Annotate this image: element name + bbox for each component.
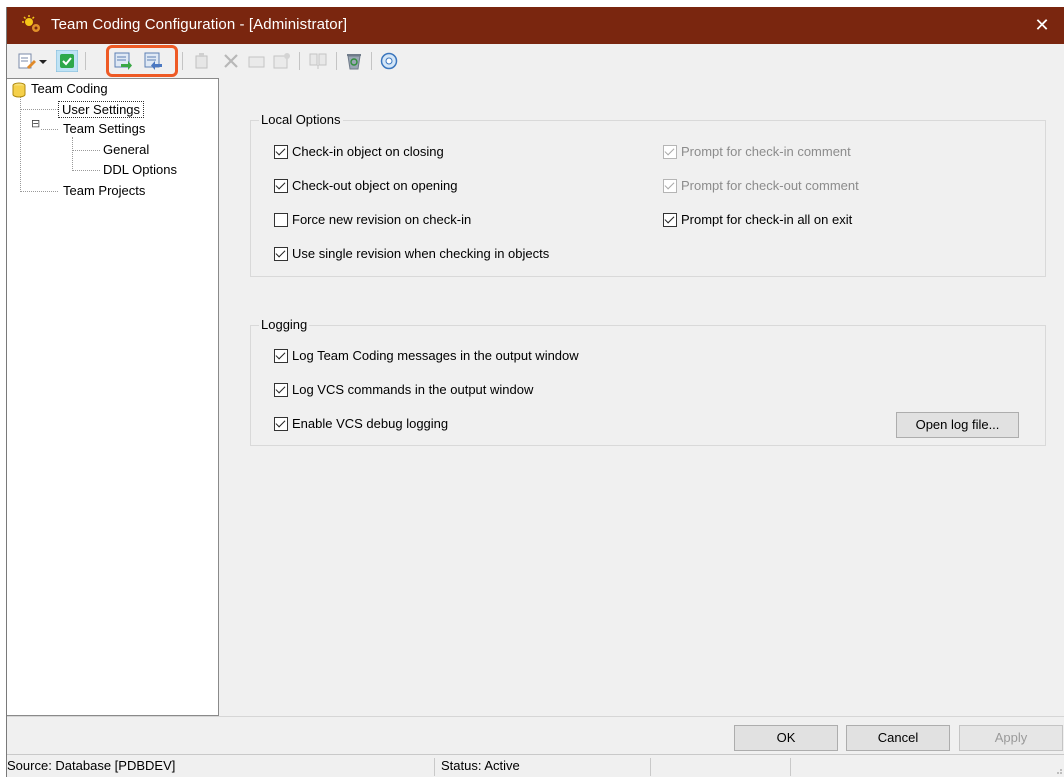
checkbox-box[interactable] bbox=[663, 144, 677, 159]
checkbox-label: Force new revision on check-in bbox=[292, 212, 472, 227]
collapse-icon[interactable]: ⊟ bbox=[31, 117, 41, 131]
logging-title: Logging bbox=[259, 317, 310, 332]
local-options-group: Local Options Check-in object on closing… bbox=[250, 112, 1046, 277]
logging-group: Logging Log Team Coding messages in the … bbox=[250, 317, 1046, 446]
checkout-on-opening-checkbox[interactable]: Check-out object on opening bbox=[274, 178, 458, 193]
checkbox-box[interactable] bbox=[274, 416, 288, 431]
add-icon[interactable] bbox=[192, 51, 212, 71]
checkbox-label: Log VCS commands in the output window bbox=[292, 382, 534, 397]
checkbox-box[interactable] bbox=[274, 212, 288, 227]
force-new-revision-checkbox[interactable]: Force new revision on check-in bbox=[274, 212, 471, 227]
checkbox-label: Prompt for check-in comment bbox=[681, 144, 851, 159]
dialog-button-bar: OK Cancel Apply bbox=[7, 716, 1064, 754]
status-bar: Source: Database [PDBDEV] Status: Active bbox=[7, 754, 1064, 777]
tree-item-team-settings[interactable]: Team Settings bbox=[63, 121, 145, 136]
close-icon[interactable]: ✕ bbox=[1019, 7, 1064, 44]
tree-item-user-settings[interactable]: User Settings bbox=[58, 101, 145, 118]
settings-tree: Team Coding User Settings ⊟ Team Setting… bbox=[7, 78, 219, 716]
folder-icon[interactable] bbox=[247, 51, 267, 71]
title-bar[interactable]: Team Coding Configuration - [Administrat… bbox=[7, 7, 1064, 44]
checkbox-label: Prompt for check-out comment bbox=[681, 178, 859, 193]
toolbar bbox=[7, 44, 1064, 78]
tree-item-general[interactable]: General bbox=[103, 142, 149, 157]
resize-grip-icon[interactable] bbox=[1053, 765, 1063, 775]
check-in-icon[interactable] bbox=[113, 51, 133, 71]
green-check-icon[interactable] bbox=[56, 50, 78, 72]
tree-item-team-projects[interactable]: Team Projects bbox=[63, 183, 145, 198]
status-state: Status: Active bbox=[441, 758, 520, 773]
database-icon bbox=[12, 82, 26, 98]
local-options-title: Local Options bbox=[259, 112, 343, 127]
checkbox-label: Enable VCS debug logging bbox=[292, 416, 449, 431]
checkbox-label: Prompt for check-in all on exit bbox=[681, 212, 853, 227]
single-revision-checkbox[interactable]: Use single revision when checking in obj… bbox=[274, 246, 549, 261]
apply-button[interactable]: Apply bbox=[959, 725, 1063, 751]
prompt-checkout-comment-checkbox[interactable]: Prompt for check-out comment bbox=[663, 178, 859, 193]
checkbox-box[interactable] bbox=[274, 348, 288, 363]
help-icon[interactable] bbox=[379, 51, 399, 71]
status-source: Source: Database [PDBDEV] bbox=[7, 758, 176, 773]
prompt-checkin-comment-checkbox[interactable]: Prompt for check-in comment bbox=[663, 144, 851, 159]
compare-icon[interactable] bbox=[308, 51, 328, 71]
enable-vcs-debug-checkbox[interactable]: Enable VCS debug logging bbox=[274, 416, 448, 431]
prompt-checkin-all-exit-checkbox[interactable]: Prompt for check-in all on exit bbox=[663, 212, 852, 227]
recycle-icon[interactable] bbox=[344, 51, 364, 71]
team-coding-app-icon bbox=[22, 15, 40, 32]
checkin-on-closing-checkbox[interactable]: Check-in object on closing bbox=[274, 144, 444, 159]
log-vcs-commands-checkbox[interactable]: Log VCS commands in the output window bbox=[274, 382, 533, 397]
checkbox-box[interactable] bbox=[274, 144, 288, 159]
window-title: Team Coding Configuration - [Administrat… bbox=[51, 16, 348, 33]
ok-button[interactable]: OK bbox=[734, 725, 838, 751]
tree-item-team-coding[interactable]: Team Coding bbox=[31, 81, 108, 96]
checkbox-box[interactable] bbox=[663, 178, 677, 193]
checkbox-label: Log Team Coding messages in the output w… bbox=[292, 348, 579, 363]
tree-item-ddl-options[interactable]: DDL Options bbox=[103, 162, 177, 177]
checkbox-label: Use single revision when checking in obj… bbox=[292, 246, 550, 261]
checkbox-label: Check-in object on closing bbox=[292, 144, 444, 159]
dialog-window: Team Coding Configuration - [Administrat… bbox=[6, 7, 1064, 777]
delete-icon[interactable] bbox=[221, 51, 241, 71]
checkbox-label: Check-out object on opening bbox=[292, 178, 458, 193]
checkbox-box[interactable] bbox=[274, 382, 288, 397]
checkbox-box[interactable] bbox=[274, 246, 288, 261]
dropdown-arrow-icon[interactable] bbox=[38, 51, 48, 71]
properties-icon[interactable] bbox=[272, 51, 292, 71]
log-team-coding-checkbox[interactable]: Log Team Coding messages in the output w… bbox=[274, 348, 579, 363]
checkbox-box[interactable] bbox=[663, 212, 677, 227]
open-log-file-button[interactable]: Open log file... bbox=[896, 412, 1019, 438]
edit-dropdown-icon[interactable] bbox=[17, 51, 37, 71]
settings-content: Local Options Check-in object on closing… bbox=[219, 78, 1064, 716]
check-out-icon[interactable] bbox=[143, 51, 163, 71]
cancel-button[interactable]: Cancel bbox=[846, 725, 950, 751]
checkbox-box[interactable] bbox=[274, 178, 288, 193]
